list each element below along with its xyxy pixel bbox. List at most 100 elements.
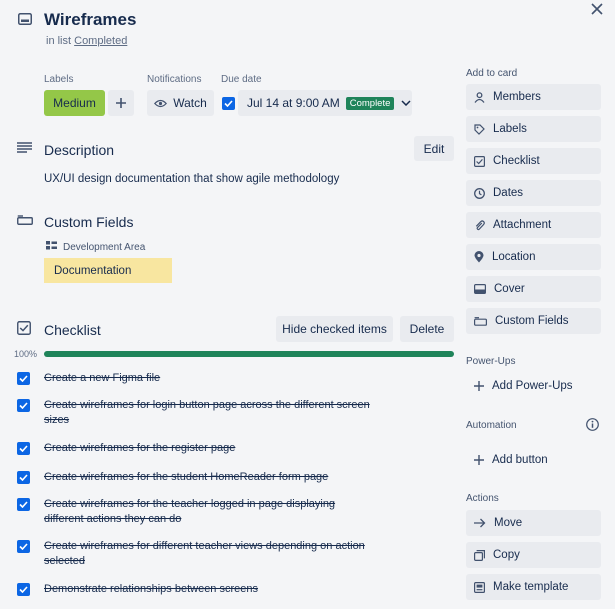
- checklist-item-checkbox[interactable]: [17, 540, 30, 553]
- checklist-item-checkbox[interactable]: [17, 372, 30, 385]
- template-icon: [474, 581, 485, 593]
- automation-heading: Automation: [466, 420, 517, 431]
- description-icon: [17, 142, 32, 153]
- add-label-button[interactable]: [108, 90, 134, 116]
- card-icon: [18, 13, 32, 25]
- plus-icon: [474, 455, 484, 465]
- checklist-item-checkbox[interactable]: [17, 498, 30, 511]
- person-icon: [474, 91, 485, 103]
- check-icon: [19, 543, 28, 550]
- tag-icon: [474, 123, 485, 135]
- checklist-item-text[interactable]: Create wireframes for the teacher logged…: [44, 497, 374, 527]
- add-button-label: Add button: [492, 454, 548, 466]
- sidebar-button-label: Checklist: [493, 155, 540, 167]
- check-icon: [19, 445, 28, 452]
- checklist-item-text[interactable]: Create wireframes for the register page: [44, 441, 374, 456]
- check-icon: [19, 375, 28, 382]
- description-text[interactable]: UX/UI design documentation that show agi…: [44, 173, 339, 185]
- check-icon: [19, 501, 28, 508]
- due-date-heading: Due date: [221, 74, 262, 85]
- description-heading: Description: [44, 142, 115, 158]
- move-button[interactable]: Move: [466, 510, 601, 536]
- delete-checklist-button[interactable]: Delete: [400, 316, 454, 342]
- checklist-item-checkbox[interactable]: [17, 442, 30, 455]
- add-attachment-button[interactable]: Attachment: [466, 212, 601, 238]
- sidebar-button-label: Dates: [493, 187, 524, 199]
- checklist-item-text[interactable]: Create wireframes for different teacher …: [44, 539, 374, 569]
- card-title[interactable]: Wireframes: [44, 10, 136, 30]
- add-members-button[interactable]: Members: [466, 84, 601, 110]
- custom-fields-heading: Custom Fields: [44, 214, 134, 230]
- due-date-value: Jul 14 at 9:00 AM: [247, 96, 340, 110]
- sidebar-button-label: Location: [492, 251, 536, 263]
- eye-icon: [154, 99, 168, 107]
- plus-icon: [474, 381, 484, 391]
- progress-fill: [44, 351, 454, 357]
- paperclip-icon: [474, 219, 485, 231]
- checklist-item-checkbox[interactable]: [17, 399, 30, 412]
- due-date-checkbox[interactable]: [222, 97, 235, 110]
- add-powerups-button[interactable]: Add Power-Ups: [466, 378, 573, 394]
- check-icon: [19, 402, 28, 409]
- checklist-icon: [474, 155, 485, 167]
- sidebar-button-label: Members: [493, 91, 541, 103]
- add-cover-button[interactable]: Cover: [466, 276, 601, 302]
- check-icon: [19, 474, 28, 481]
- add-checklist-button[interactable]: Checklist: [466, 148, 601, 174]
- list-reference: in list Completed: [46, 35, 127, 47]
- add-button-button[interactable]: Add button: [466, 452, 548, 468]
- field-value-dropdown[interactable]: Documentation: [44, 258, 172, 283]
- notifications-heading: Notifications: [147, 74, 202, 85]
- checklist-item-text[interactable]: Create wireframes for login button page …: [44, 398, 374, 428]
- add-to-card-heading: Add to card: [466, 68, 518, 79]
- checklist-item-text[interactable]: Create a new Figma file: [44, 371, 374, 386]
- powerups-heading: Power-Ups: [466, 356, 516, 367]
- sidebar-button-label: Labels: [493, 123, 527, 135]
- cover-icon: [474, 284, 486, 294]
- sidebar-button-label: Move: [494, 517, 523, 529]
- checklist-heading: Checklist: [44, 322, 101, 338]
- make-template-button[interactable]: Make template: [466, 574, 601, 600]
- sidebar-button-label: Copy: [493, 549, 520, 561]
- close-button[interactable]: [591, 2, 603, 20]
- labels-heading: Labels: [44, 74, 74, 85]
- complete-badge: Complete: [345, 96, 395, 110]
- due-date-button[interactable]: Jul 14 at 9:00 AM Complete: [238, 90, 412, 116]
- clock-icon: [474, 187, 485, 199]
- progress-percent: 100%: [14, 349, 38, 359]
- fields-icon: [474, 316, 487, 326]
- copy-button[interactable]: Copy: [466, 542, 601, 568]
- label-medium[interactable]: Medium: [44, 90, 105, 116]
- info-icon[interactable]: [586, 418, 599, 431]
- check-icon: [19, 586, 28, 593]
- checklist-item-text[interactable]: Create wireframes for the student HomeRe…: [44, 470, 374, 485]
- close-icon: [591, 3, 603, 15]
- add-location-button[interactable]: Location: [466, 244, 601, 270]
- sidebar-button-label: Make template: [493, 581, 569, 593]
- edit-description-button[interactable]: Edit: [414, 136, 454, 161]
- hide-checked-button[interactable]: Hide checked items: [276, 316, 393, 342]
- add-labels-button[interactable]: Labels: [466, 116, 601, 142]
- custom-fields-icon: [17, 215, 33, 225]
- watch-label: Watch: [173, 96, 207, 110]
- chevron-down-icon: [401, 100, 411, 106]
- actions-heading: Actions: [466, 493, 499, 504]
- in-list-prefix: in list: [46, 35, 72, 47]
- plus-icon: [116, 98, 126, 108]
- arrow-right-icon: [474, 518, 486, 528]
- checklist-item-text[interactable]: Demonstrate relationships between screen…: [44, 582, 374, 597]
- copy-icon: [474, 549, 485, 561]
- sidebar-button-label: Attachment: [493, 219, 552, 231]
- add-dates-button[interactable]: Dates: [466, 180, 601, 206]
- add-powerups-label: Add Power-Ups: [492, 380, 573, 392]
- add-custom-fields-button[interactable]: Custom Fields: [466, 308, 601, 334]
- list-link[interactable]: Completed: [74, 35, 127, 47]
- checklist-item-checkbox[interactable]: [17, 583, 30, 596]
- progress-bar: [44, 351, 454, 357]
- checklist-icon: [17, 321, 31, 335]
- check-icon: [224, 100, 233, 107]
- sidebar-button-label: Cover: [494, 283, 525, 295]
- watch-button[interactable]: Watch: [147, 90, 214, 116]
- checklist-item-checkbox[interactable]: [17, 471, 30, 484]
- field-list-icon: [46, 241, 57, 250]
